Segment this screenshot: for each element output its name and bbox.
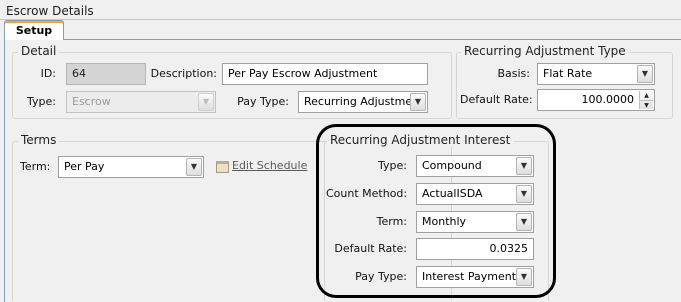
terms-legend: Terms — [18, 133, 60, 147]
description-label: Description: — [150, 67, 217, 80]
chevron-down-icon[interactable]: ▼ — [410, 93, 426, 111]
chevron-down-icon: ▼ — [198, 93, 214, 111]
pay-type-select[interactable]: Recurring Adjustmen ▼ — [298, 91, 428, 113]
type-select: Escrow ▼ — [66, 91, 216, 113]
chevron-down-icon[interactable]: ▼ — [637, 65, 653, 83]
id-label: ID: — [40, 67, 56, 80]
default-rate-value: 100.0000 — [581, 93, 635, 106]
term-select[interactable]: Per Pay ▼ — [58, 156, 204, 178]
term-label: Term: — [20, 160, 51, 173]
tab-setup[interactable]: Setup — [4, 20, 64, 40]
recurring-type-legend: Recurring Adjustment Type — [461, 44, 629, 58]
type-label: Type: — [27, 95, 56, 108]
spinner-down-icon[interactable]: ▼ — [640, 100, 653, 109]
id-field: 64 — [66, 63, 146, 85]
type-select-value: Escrow — [72, 95, 111, 108]
highlight-callout — [316, 124, 556, 298]
default-rate-input[interactable]: 100.0000 ▲ ▼ — [537, 89, 655, 111]
pay-type-label: Pay Type: — [237, 95, 289, 108]
window-title: Escrow Details — [6, 4, 94, 18]
basis-label: Basis: — [497, 67, 530, 80]
calendar-icon[interactable] — [216, 161, 229, 173]
rate-spinner[interactable]: ▲ ▼ — [639, 91, 653, 109]
default-rate-label: Default Rate: — [460, 93, 533, 106]
pay-type-select-value: Recurring Adjustmen — [304, 95, 420, 108]
edit-schedule-link[interactable]: Edit Schedule — [232, 155, 307, 177]
description-input[interactable]: Per Pay Escrow Adjustment — [222, 63, 428, 85]
detail-legend: Detail — [18, 44, 60, 58]
title-divider — [0, 19, 681, 20]
term-select-value: Per Pay — [64, 160, 105, 173]
chevron-down-icon[interactable]: ▼ — [186, 158, 202, 176]
spinner-up-icon[interactable]: ▲ — [640, 91, 653, 100]
basis-select-value: Flat Rate — [543, 67, 593, 80]
basis-select[interactable]: Flat Rate ▼ — [537, 63, 655, 85]
